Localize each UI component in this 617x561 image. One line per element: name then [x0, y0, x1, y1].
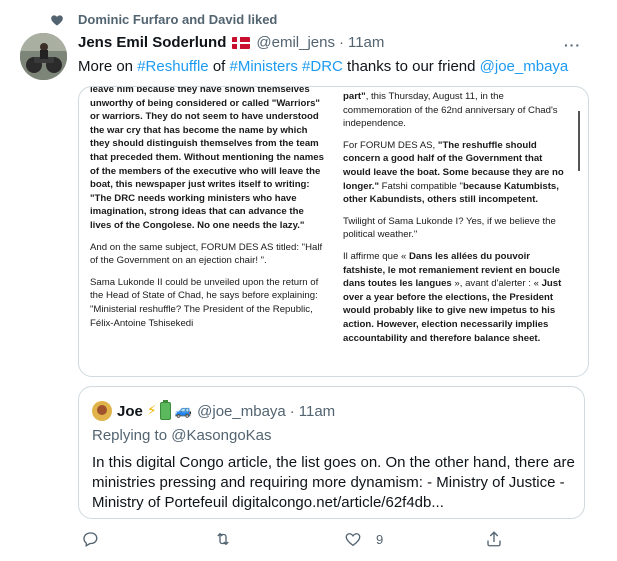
- document-paragraph: Il affirme que « Dans les allées du pouv…: [343, 250, 571, 345]
- header-separator: ·: [338, 34, 344, 51]
- document-bold-text: part": [343, 91, 366, 102]
- denmark-flag-icon: [232, 36, 251, 49]
- document-text: Il affirme que «: [343, 250, 409, 262]
- document-scrollbar: [578, 111, 580, 171]
- hashtag-drc[interactable]: #DRC: [302, 58, 343, 75]
- document-text: Sama Lukonde II could be unveiled upon t…: [90, 276, 319, 329]
- quote-tweet[interactable]: Joe ⚡ 🚙 @joe_mbaya · 11am Replying to @K…: [78, 386, 585, 519]
- more-options-icon[interactable]: ···: [564, 37, 581, 53]
- document-text: For FORUM DES AS,: [343, 139, 438, 151]
- hashtag-ministers[interactable]: #Ministers: [230, 58, 298, 75]
- document-paragraph: part", this Thursday, August 11, in the …: [343, 90, 571, 131]
- avatar-photo: [20, 33, 67, 80]
- text-segment: thanks to our friend: [342, 58, 480, 75]
- share-button[interactable]: [485, 530, 503, 548]
- like-count: 9: [376, 531, 384, 547]
- document-text: And on the same subject, FORUM DES AS ti…: [90, 241, 323, 267]
- battery-emoji-icon: [159, 400, 171, 420]
- heart-icon: [51, 14, 63, 26]
- document-paragraph: Twilight of Sama Lukonde I? Yes, if we b…: [343, 215, 571, 242]
- quote-text: In this digital Congo article, the list …: [92, 454, 575, 511]
- social-context[interactable]: Dominic Furfaro and David liked: [50, 12, 277, 27]
- share-icon: [487, 531, 501, 547]
- mention-link[interactable]: @joe_mbaya: [480, 58, 569, 75]
- action-bar: 9: [78, 530, 508, 552]
- tweet-media-image[interactable]: leave him because they have shown themse…: [78, 86, 589, 377]
- author-handle[interactable]: @emil_jens: [256, 34, 335, 51]
- document-text: Twilight of Sama Lukonde I? Yes, if we b…: [343, 215, 556, 241]
- social-context-text: Dominic Furfaro and David liked: [78, 12, 278, 27]
- replying-to: Replying to @KasongoKas: [92, 427, 272, 444]
- replying-handle[interactable]: @KasongoKas: [171, 427, 271, 444]
- document-paragraph: Sama Lukonde II could be unveiled upon t…: [90, 276, 325, 330]
- document-right-column: part", this Thursday, August 11, in the …: [343, 90, 571, 376]
- car-emoji-icon: 🚙: [174, 403, 193, 419]
- document-text: », avant d'alerter : «: [451, 278, 542, 290]
- tweet-text: More on #Reshuffle of #Ministers #DRC th…: [78, 57, 599, 77]
- author-name[interactable]: Jens Emil Soderlund: [78, 34, 226, 51]
- retweet-button[interactable]: [214, 530, 232, 548]
- hashtag-reshuffle[interactable]: #Reshuffle: [137, 58, 208, 75]
- quote-separator: ·: [289, 402, 295, 420]
- reply-button[interactable]: [81, 530, 99, 548]
- replying-prefix: Replying to: [92, 427, 172, 444]
- quote-avatar[interactable]: [92, 401, 112, 421]
- document-paragraph: For FORUM DES AS, "The reshuffle should …: [343, 139, 571, 207]
- quote-time[interactable]: 11am: [299, 403, 335, 420]
- retweet-icon: [217, 532, 229, 546]
- document-text: Fatshi compatible ": [379, 180, 463, 192]
- like-button[interactable]: 9: [344, 530, 383, 548]
- document-text: , this Thursday, August 11, in the comme…: [343, 91, 558, 130]
- tweet-header: Jens Emil Soderlund @emil_jens · 11am: [78, 34, 599, 51]
- tweet-time[interactable]: 11am: [348, 34, 384, 51]
- text-segment: More on: [78, 58, 138, 75]
- avatar[interactable]: [20, 33, 67, 80]
- document-paragraph: leave him because they have shown themse…: [90, 86, 324, 231]
- lightning-emoji-icon: ⚡: [146, 403, 157, 419]
- quote-header: Joe ⚡ 🚙 @joe_mbaya · 11am: [92, 400, 335, 421]
- like-icon: [345, 533, 361, 547]
- document-left-column: leave him because they have shown themse…: [90, 86, 325, 372]
- reply-icon: [83, 532, 98, 547]
- quote-author-name[interactable]: Joe: [117, 403, 143, 420]
- text-segment: of: [208, 58, 230, 75]
- quote-author-handle[interactable]: @joe_mbaya: [197, 403, 286, 420]
- document-paragraph: And on the same subject, FORUM DES AS ti…: [90, 241, 325, 268]
